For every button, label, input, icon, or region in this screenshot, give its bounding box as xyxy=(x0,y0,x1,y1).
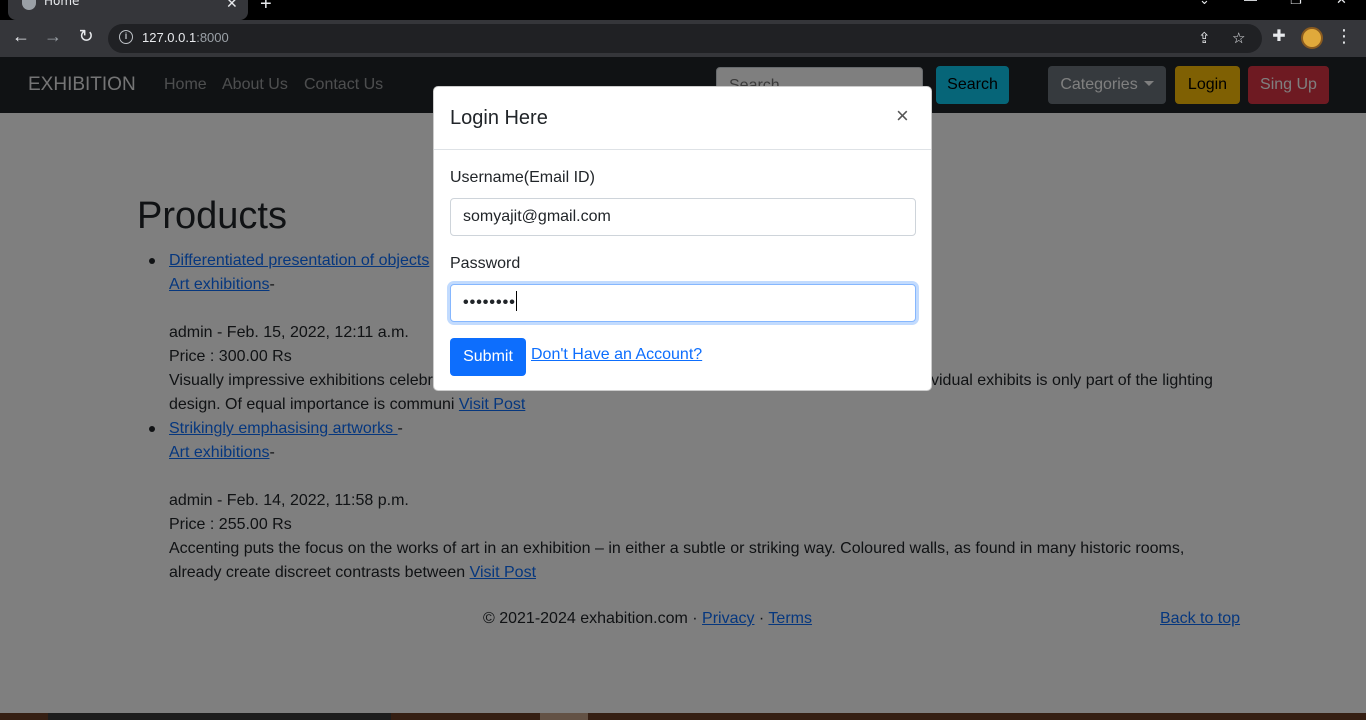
password-field[interactable]: •••••••• xyxy=(450,284,916,322)
submit-button[interactable]: Submit xyxy=(450,338,526,376)
reload-icon[interactable]: ↻ xyxy=(75,26,97,47)
globe-icon xyxy=(22,0,36,10)
url-port: :8000 xyxy=(196,30,229,45)
modal-title: Login Here xyxy=(450,107,548,129)
password-label: Password xyxy=(450,255,521,272)
login-modal: Login Here × Username(Email ID) somyajit… xyxy=(433,86,932,391)
tab-search-icon[interactable]: ⌄ xyxy=(1199,0,1210,8)
window-close-icon[interactable]: ✕ xyxy=(1336,0,1347,8)
tab-close-icon[interactable]: ✕ xyxy=(226,0,238,12)
profile-avatar[interactable] xyxy=(1301,27,1323,49)
minimize-icon[interactable]: — xyxy=(1244,0,1257,7)
signup-link[interactable]: Don't Have an Account? xyxy=(531,346,702,364)
extensions-icon[interactable]: ✚ xyxy=(1268,26,1290,46)
url-text[interactable]: 127.0.0.1:8000 xyxy=(142,30,229,45)
share-icon[interactable]: ⇪ xyxy=(1198,29,1211,47)
password-value: •••••••• xyxy=(463,294,516,311)
username-field[interactable]: somyajit@gmail.com xyxy=(450,198,916,236)
menu-kebab-icon[interactable]: ⋮ xyxy=(1333,26,1355,47)
new-tab-icon[interactable]: + xyxy=(260,0,272,16)
back-arrow-icon[interactable]: ← xyxy=(10,26,32,47)
browser-tab[interactable]: Home ✕ xyxy=(8,0,248,20)
star-icon[interactable]: ☆ xyxy=(1232,29,1245,47)
browser-toolbar: ← → ↻ i 127.0.0.1:8000 ⇪ ☆ ✚ ⋮ xyxy=(0,20,1366,57)
forward-arrow-icon[interactable]: → xyxy=(42,26,64,47)
modal-header: Login Here × xyxy=(434,87,931,150)
text-cursor xyxy=(515,291,517,311)
page-viewport: EXHIBITION Home About Us Contact Us Sear… xyxy=(0,57,1366,720)
tab-title: Home xyxy=(44,0,80,8)
close-icon[interactable]: × xyxy=(896,105,909,127)
browser-tabstrip: Home ✕ + ⌄ — ❐ ✕ xyxy=(0,0,1366,20)
url-host: 127.0.0.1 xyxy=(142,30,197,45)
site-info-icon[interactable]: i xyxy=(119,30,133,44)
username-label: Username(Email ID) xyxy=(450,169,595,186)
address-bar[interactable]: i 127.0.0.1:8000 ⇪ ☆ xyxy=(108,24,1262,53)
restore-icon[interactable]: ❐ xyxy=(1290,0,1302,8)
